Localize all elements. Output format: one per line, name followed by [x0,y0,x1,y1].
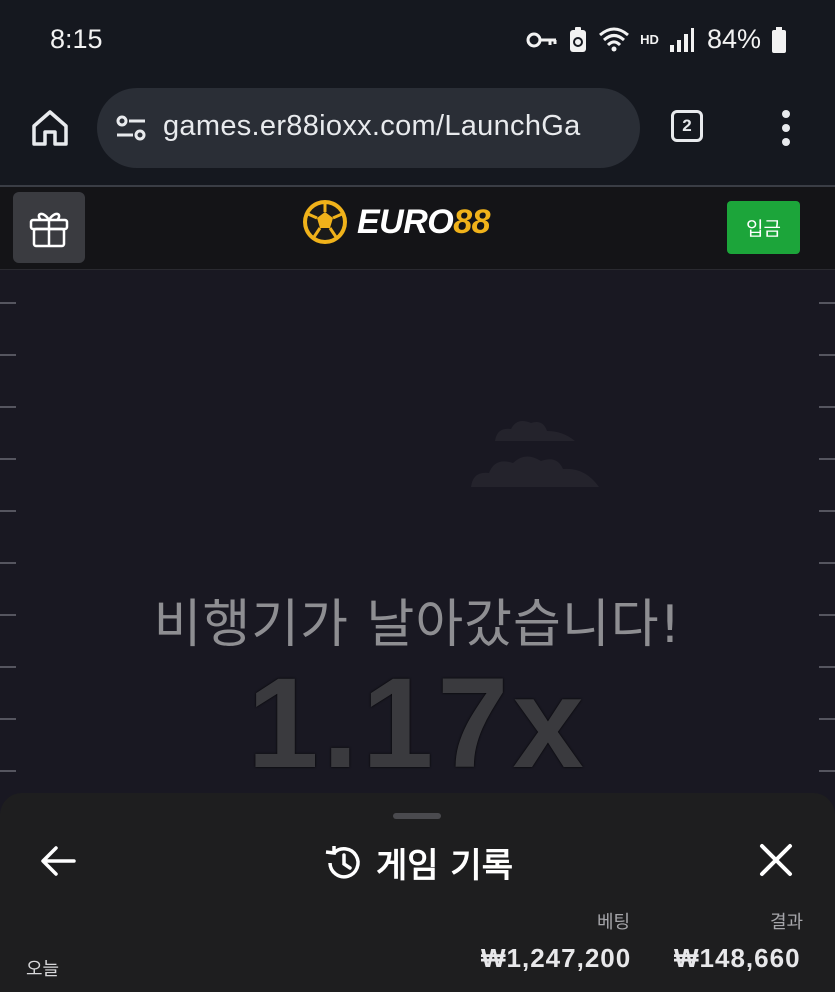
bet-column-header: 베팅 [597,912,631,933]
status-time: 8:15 [50,24,103,54]
sheet-drag-handle[interactable] [393,813,441,819]
home-button[interactable] [28,106,72,150]
cloud-icon [471,421,599,487]
result-column-header: 결과 [770,912,804,933]
status-icons: HD 84% [526,24,787,55]
deposit-button[interactable]: 입금 [727,201,800,254]
site-header: EURO88 입금 [0,187,835,270]
sheet-header: 게임 기록 [0,838,835,887]
close-button[interactable] [757,841,795,879]
lock-screen-icon [568,26,588,54]
site-settings-icon[interactable] [115,114,147,146]
gift-icon [29,212,69,247]
signal-icon [669,27,695,53]
flew-away-message: 비행기가 날아갔습니다! [153,595,682,655]
more-menu-button[interactable] [776,108,796,148]
battery-percent: 84% [706,24,761,54]
sheet-title: 게임 기록 [376,846,513,886]
browser-toolbar: games.er88ioxx.com/LaunchGa 2 [0,82,835,185]
network-type: HD [640,32,659,47]
close-icon [760,844,792,876]
status-bar: 8:15 HD 84% [0,0,835,82]
key-icon [526,30,558,50]
history-row-label: 오늘 [26,959,60,980]
logo-wordmark: EURO88 [357,202,491,241]
address-bar[interactable]: games.er88ioxx.com/LaunchGa [97,88,640,168]
tab-switcher-button[interactable]: 2 [671,110,703,142]
game-history-sheet: 게임 기록 베팅 결과 오늘 ₩1,247,200 ₩148,660 [0,793,835,992]
history-icon [325,845,360,879]
soccer-ball-logo-icon [303,200,347,244]
history-row-result: ₩148,660 [674,943,801,973]
battery-icon [771,26,787,54]
euro88-logo[interactable]: EURO88 [300,197,491,247]
home-icon [32,110,68,146]
crash-multiplier: 1.17x [247,652,588,795]
history-row-bet: ₩1,247,200 [481,943,632,973]
url-text[interactable]: games.er88ioxx.com/LaunchGa [163,110,581,143]
wifi-icon [598,27,630,53]
more-menu-icon [782,110,790,146]
gift-button[interactable] [13,192,85,263]
